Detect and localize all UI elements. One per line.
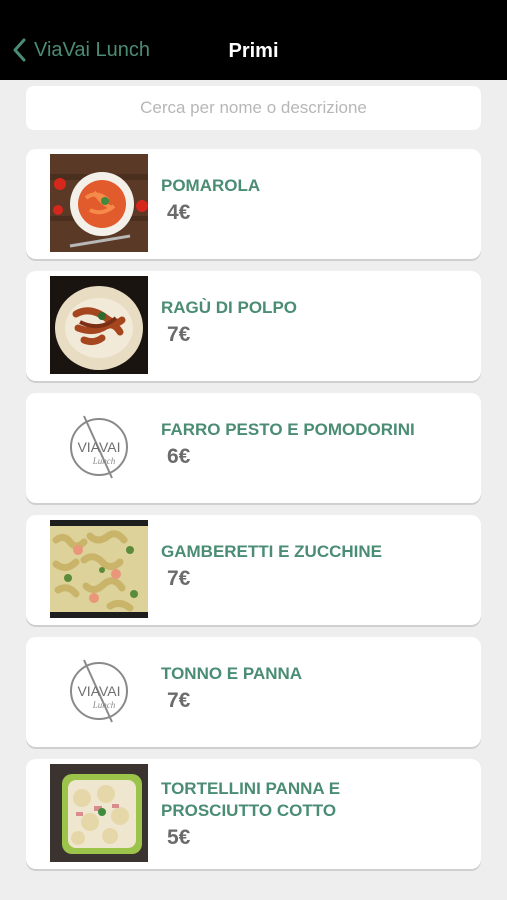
dish-list: POMAROLA 4€ RAGÙ DI POLPO 7€ VIAVAI Lunc… <box>26 149 481 881</box>
dish-card[interactable]: VIAVAI Lunch TONNO E PANNA 7€ <box>26 637 481 747</box>
dish-name: RAGÙ DI POLPO <box>161 298 298 317</box>
search-bar[interactable] <box>26 86 481 130</box>
shrimp-zucchini-photo <box>50 520 148 618</box>
dish-card[interactable]: GAMBERETTI E ZUCCHINE 7€ <box>26 515 481 625</box>
nav-bar: ViaVai Lunch Primi <box>0 0 507 80</box>
viavai-logo: VIAVAI Lunch <box>50 642 148 740</box>
dish-price: 5€ <box>167 826 191 849</box>
viavai-logo: VIAVAI Lunch <box>50 398 148 496</box>
logo-sub-text: Lunch <box>92 700 116 710</box>
search-input[interactable] <box>26 86 481 130</box>
logo-brand-text: VIAVAI <box>77 683 120 699</box>
dish-name: POMAROLA <box>161 176 261 195</box>
dish-card[interactable]: TORTELLINI PANNA E PROSCIUTTO COTTO 5€ <box>26 759 481 869</box>
dish-card[interactable]: VIAVAI Lunch FARRO PESTO E POMODORINI 6€ <box>26 393 481 503</box>
dish-price: 7€ <box>167 689 191 712</box>
dish-card[interactable]: POMAROLA 4€ <box>26 149 481 259</box>
dish-card[interactable]: RAGÙ DI POLPO 7€ <box>26 271 481 381</box>
dish-price: 4€ <box>167 201 191 224</box>
pasta-tomato-photo <box>50 154 148 252</box>
tortellini-photo <box>50 764 148 862</box>
dish-name: TONNO E PANNA <box>161 664 303 683</box>
dish-name: FARRO PESTO E POMODORINI <box>161 420 415 439</box>
dish-price: 7€ <box>167 567 191 590</box>
octopus-ragu-photo <box>50 276 148 374</box>
dish-name: TORTELLINI PANNA E PROSCIUTTO COTTO <box>161 779 341 820</box>
dish-name: GAMBERETTI E ZUCCHINE <box>161 542 382 561</box>
dish-price: 7€ <box>167 323 191 346</box>
dish-price: 6€ <box>167 445 191 468</box>
logo-sub-text: Lunch <box>92 456 116 466</box>
logo-brand-text: VIAVAI <box>77 439 120 455</box>
page-title: Primi <box>228 40 279 62</box>
